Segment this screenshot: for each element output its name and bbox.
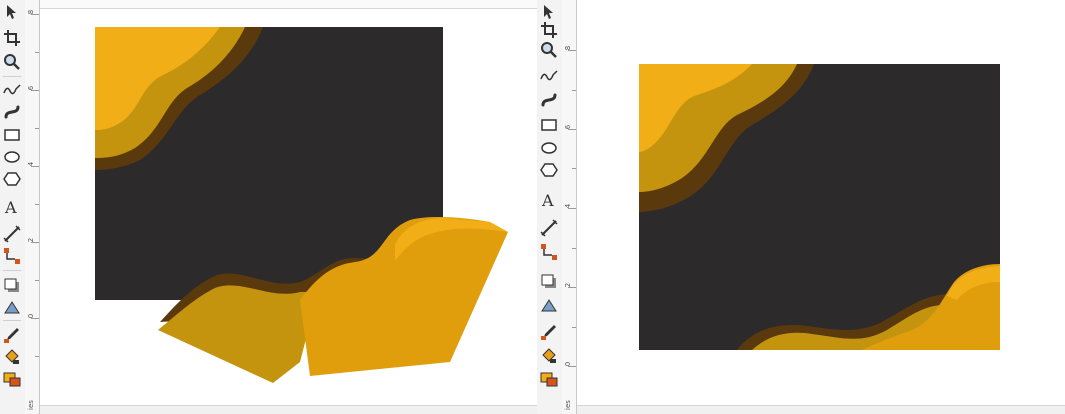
drawing-canvas[interactable] bbox=[537, 0, 1065, 414]
right-editor-window: A 8 6 4 2 0 ies bbox=[537, 0, 1065, 414]
drawing-canvas[interactable] bbox=[0, 0, 537, 414]
left-editor-window: A 8 6 4 2 0 ies bbox=[0, 0, 538, 414]
